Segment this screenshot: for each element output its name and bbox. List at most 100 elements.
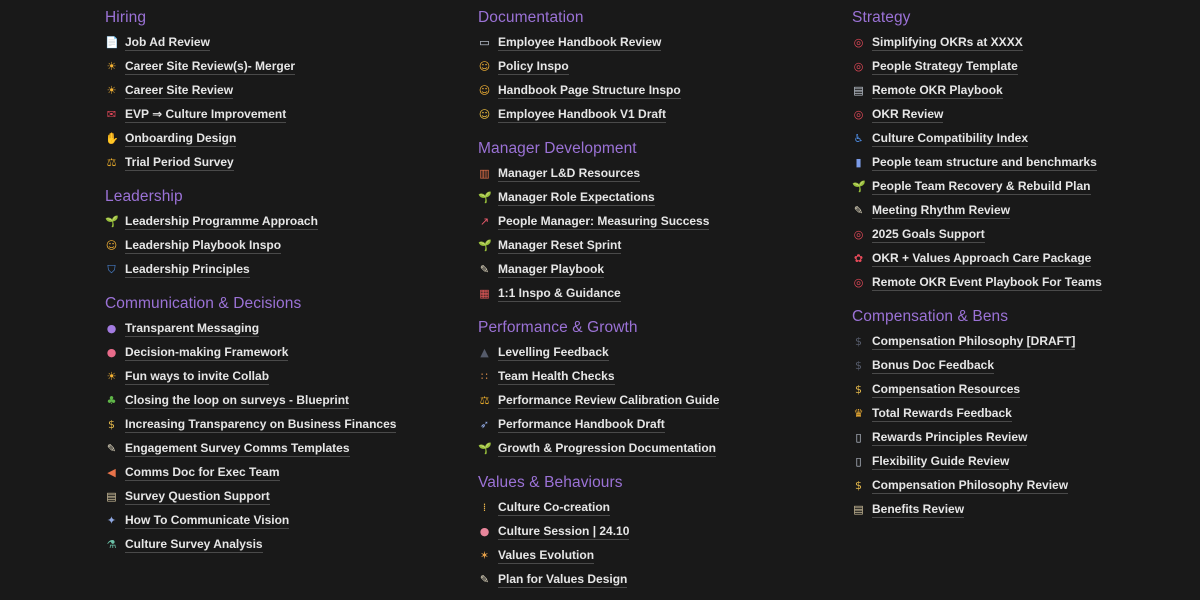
page-link-label[interactable]: Transparent Messaging xyxy=(125,321,260,337)
page-link-label[interactable]: Compensation Philosophy [DRAFT] xyxy=(872,334,1076,350)
page-link[interactable]: $ Compensation Philosophy Review xyxy=(852,474,1200,498)
page-link-label[interactable]: Manager Role Expectations xyxy=(498,190,655,206)
page-link-label[interactable]: Team Health Checks xyxy=(498,369,615,385)
page-link-label[interactable]: Career Site Review(s)- Merger xyxy=(125,59,296,75)
page-link-label[interactable]: OKR Review xyxy=(872,107,944,123)
page-link[interactable]: ✎ Manager Playbook xyxy=(478,258,838,282)
page-link-label[interactable]: Rewards Principles Review xyxy=(872,430,1028,446)
page-link[interactable]: ⚖ Performance Review Calibration Guide xyxy=(478,389,838,413)
page-link[interactable]: $ Increasing Transparency on Business Fin… xyxy=(105,413,465,437)
page-link-label[interactable]: Total Rewards Feedback xyxy=(872,406,1012,422)
page-link-label[interactable]: Values Evolution xyxy=(498,548,595,564)
page-link[interactable]: ☀ Career Site Review(s)- Merger xyxy=(105,55,465,79)
page-link-label[interactable]: EVP ⇒ Culture Improvement xyxy=(125,107,287,123)
page-link-label[interactable]: Manager L&D Resources xyxy=(498,166,641,182)
page-link-label[interactable]: Bonus Doc Feedback xyxy=(872,358,995,374)
page-link[interactable]: ☺ Handbook Page Structure Inspo xyxy=(478,79,838,103)
page-link-label[interactable]: People Strategy Template xyxy=(872,59,1018,75)
page-link[interactable]: ⁞ Culture Co-creation xyxy=(478,496,838,520)
page-link-label[interactable]: Manager Reset Sprint xyxy=(498,238,622,254)
page-link-label[interactable]: Fun ways to invite Collab xyxy=(125,369,270,385)
page-link-label[interactable]: Leadership Principles xyxy=(125,262,250,278)
page-link[interactable]: ◎ Remote OKR Event Playbook For Teams xyxy=(852,271,1200,295)
page-link-label[interactable]: Comms Doc for Exec Team xyxy=(125,465,280,481)
page-link-label[interactable]: Job Ad Review xyxy=(125,35,210,51)
page-link[interactable]: $ Bonus Doc Feedback xyxy=(852,354,1200,378)
page-link-label[interactable]: Culture Co-creation xyxy=(498,500,611,516)
page-link[interactable]: ☀ Career Site Review xyxy=(105,79,465,103)
page-link[interactable]: $ Compensation Resources xyxy=(852,378,1200,402)
page-link-label[interactable]: Leadership Playbook Inspo xyxy=(125,238,282,254)
page-link-label[interactable]: How To Communicate Vision xyxy=(125,513,290,529)
page-link[interactable]: ▤ Remote OKR Playbook xyxy=(852,79,1200,103)
page-link[interactable]: ▦ 1:1 Inspo & Guidance xyxy=(478,282,838,306)
page-link[interactable]: ⚖ Trial Period Survey xyxy=(105,151,465,175)
page-link[interactable]: ⛉ Leadership Principles xyxy=(105,258,465,282)
page-link-label[interactable]: People Team Recovery & Rebuild Plan xyxy=(872,179,1091,195)
page-link-label[interactable]: Leadership Programme Approach xyxy=(125,214,318,230)
page-link[interactable]: $ Compensation Philosophy [DRAFT] xyxy=(852,330,1200,354)
page-link[interactable]: ◎ Simplifying OKRs at XXXX xyxy=(852,31,1200,55)
page-link[interactable]: ◎ OKR Review xyxy=(852,103,1200,127)
page-link[interactable]: 🌱 Manager Reset Sprint xyxy=(478,234,838,258)
page-link[interactable]: 🌱 Manager Role Expectations xyxy=(478,186,838,210)
page-link-label[interactable]: Handbook Page Structure Inspo xyxy=(498,83,681,99)
page-link[interactable]: ◀ Comms Doc for Exec Team xyxy=(105,461,465,485)
page-link[interactable]: ➶ Performance Handbook Draft xyxy=(478,413,838,437)
page-link-label[interactable]: Benefits Review xyxy=(872,502,965,518)
page-link-label[interactable]: People team structure and benchmarks xyxy=(872,155,1097,171)
page-link[interactable]: ● Decision-making Framework xyxy=(105,341,465,365)
page-link-label[interactable]: Employee Handbook V1 Draft xyxy=(498,107,667,123)
page-link[interactable]: ✶ Values Evolution xyxy=(478,544,838,568)
page-link-label[interactable]: Performance Handbook Draft xyxy=(498,417,665,433)
page-link[interactable]: ● Transparent Messaging xyxy=(105,317,465,341)
page-link[interactable]: ♿ Culture Compatibility Index xyxy=(852,127,1200,151)
page-link[interactable]: 🌱 Leadership Programme Approach xyxy=(105,210,465,234)
page-link-label[interactable]: Policy Inspo xyxy=(498,59,569,75)
page-link[interactable]: 🌱 People Team Recovery & Rebuild Plan xyxy=(852,175,1200,199)
page-link[interactable]: ∷ Team Health Checks xyxy=(478,365,838,389)
page-link[interactable]: ● Culture Session | 24.10 xyxy=(478,520,838,544)
page-link-label[interactable]: Trial Period Survey xyxy=(125,155,234,171)
page-link-label[interactable]: Closing the loop on surveys - Blueprint xyxy=(125,393,350,409)
page-link-label[interactable]: Meeting Rhythm Review xyxy=(872,203,1011,219)
page-link-label[interactable]: Employee Handbook Review xyxy=(498,35,662,51)
page-link[interactable]: ◎ 2025 Goals Support xyxy=(852,223,1200,247)
page-link-label[interactable]: OKR + Values Approach Care Package xyxy=(872,251,1092,267)
page-link-label[interactable]: Culture Session | 24.10 xyxy=(498,524,630,540)
page-link-label[interactable]: Performance Review Calibration Guide xyxy=(498,393,720,409)
page-link[interactable]: 📄 Job Ad Review xyxy=(105,31,465,55)
page-link[interactable]: ▤ Survey Question Support xyxy=(105,485,465,509)
page-link-label[interactable]: 1:1 Inspo & Guidance xyxy=(498,286,621,302)
page-link[interactable]: ◎ People Strategy Template xyxy=(852,55,1200,79)
page-link[interactable]: ☺ Leadership Playbook Inspo xyxy=(105,234,465,258)
page-link-label[interactable]: Compensation Philosophy Review xyxy=(872,478,1069,494)
page-link-label[interactable]: Flexibility Guide Review xyxy=(872,454,1010,470)
page-link-label[interactable]: 2025 Goals Support xyxy=(872,227,985,243)
page-link-label[interactable]: Simplifying OKRs at XXXX xyxy=(872,35,1023,51)
page-link-label[interactable]: Compensation Resources xyxy=(872,382,1021,398)
page-link[interactable]: ♛ Total Rewards Feedback xyxy=(852,402,1200,426)
page-link-label[interactable]: Increasing Transparency on Business Fina… xyxy=(125,417,397,433)
page-link[interactable]: ♣ Closing the loop on surveys - Blueprint xyxy=(105,389,465,413)
page-link-label[interactable]: Decision-making Framework xyxy=(125,345,289,361)
page-link[interactable]: ▮ People team structure and benchmarks xyxy=(852,151,1200,175)
page-link[interactable]: ✎ Plan for Values Design xyxy=(478,568,838,592)
page-link-label[interactable]: Career Site Review xyxy=(125,83,234,99)
page-link-label[interactable]: Levelling Feedback xyxy=(498,345,609,361)
page-link[interactable]: 🌱 Growth & Progression Documentation xyxy=(478,437,838,461)
page-link-label[interactable]: Engagement Survey Comms Templates xyxy=(125,441,350,457)
page-link-label[interactable]: People Manager: Measuring Success xyxy=(498,214,710,230)
page-link[interactable]: ⚗ Culture Survey Analysis xyxy=(105,533,465,557)
page-link[interactable]: ✎ Engagement Survey Comms Templates xyxy=(105,437,465,461)
page-link[interactable]: ✋ Onboarding Design xyxy=(105,127,465,151)
page-link[interactable]: ▲ Levelling Feedback xyxy=(478,341,838,365)
page-link-label[interactable]: Growth & Progression Documentation xyxy=(498,441,717,457)
page-link[interactable]: ☺ Policy Inspo xyxy=(478,55,838,79)
page-link[interactable]: ✿ OKR + Values Approach Care Package xyxy=(852,247,1200,271)
page-link[interactable]: ▤ Benefits Review xyxy=(852,498,1200,522)
page-link-label[interactable]: Survey Question Support xyxy=(125,489,270,505)
page-link[interactable]: ✦ How To Communicate Vision xyxy=(105,509,465,533)
page-link-label[interactable]: Onboarding Design xyxy=(125,131,237,147)
page-link-label[interactable]: Plan for Values Design xyxy=(498,572,628,588)
